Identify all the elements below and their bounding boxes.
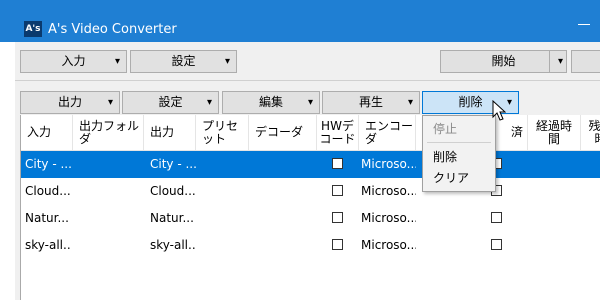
column-header-decoder[interactable]: デコーダ [249, 115, 317, 150]
column-header-encoder[interactable]: エンコーダ [359, 115, 416, 150]
menu-separator [427, 142, 491, 143]
row-encoder-cell: Microso... [361, 157, 416, 171]
row-output-cell: Cloud... [150, 184, 196, 198]
column-header-output-folder[interactable]: 出力フォルダ [73, 115, 144, 150]
minimize-icon[interactable] [578, 24, 590, 25]
row-encoder-cell: Microso... [361, 238, 416, 252]
column-header-hw-decode[interactable]: HWデコード [317, 115, 359, 150]
column-header-remaining-label: 残り時 [588, 118, 600, 145]
row-output-cell: City - ... [150, 157, 196, 171]
row-folder-cell [75, 151, 141, 178]
column-header-preset[interactable]: プリセット [196, 115, 249, 150]
table-row[interactable]: Cloud... Cloud... Microso... [21, 178, 600, 205]
settings-button-label: 設定 [171, 54, 196, 68]
column-header-remaining[interactable]: 残り時 [581, 115, 600, 150]
title-bar[interactable]: A's A's Video Converter [0, 0, 600, 42]
chevron-down-icon: ▾ [107, 97, 113, 108]
settings-button[interactable]: 設定 ▾ [130, 50, 237, 73]
column-header-preset-label: プリセット [202, 118, 239, 146]
chevron-down-icon: ▾ [307, 97, 313, 108]
play-button[interactable]: 再生 ▾ [322, 91, 420, 114]
window-title: A's Video Converter [48, 22, 177, 37]
row-folder-cell [75, 178, 141, 205]
table-row[interactable]: Natur... Natur... Microso... [21, 205, 600, 232]
chevron-down-icon: ▾ [206, 97, 212, 108]
list-header: 入力 出力フォルダ 出力 プリセット デコーダ HWデコード エンコーダ 済 経… [21, 115, 600, 151]
table-row[interactable]: sky-all... sky-all... Microso... [21, 232, 600, 259]
row-encoder-cell: Microso... [361, 184, 416, 198]
menu-item-stop[interactable]: 停止 [423, 119, 495, 139]
row-output-cell: sky-all... [150, 238, 196, 252]
mouse-cursor-icon [492, 100, 506, 121]
start-dropdown-button[interactable]: ▾ [549, 50, 567, 73]
start-button-label: 開始 [491, 54, 516, 68]
row-folder-cell [75, 232, 141, 259]
edit-button-label: 編集 [258, 95, 283, 109]
chevron-down-icon: ▾ [407, 97, 413, 108]
chevron-down-icon: ▾ [114, 56, 120, 67]
done-checkbox[interactable] [491, 212, 502, 223]
menu-item-clear[interactable]: クリア [423, 168, 495, 188]
job-list[interactable]: 入力 出力フォルダ 出力 プリセット デコーダ HWデコード エンコーダ 済 経… [20, 115, 600, 300]
row-input-cell: City - ... [25, 157, 71, 171]
row-input-cell: Cloud... [25, 184, 71, 198]
settings2-button-label: 設定 [158, 95, 183, 109]
delete-dropdown-menu: 停止 削除 クリア [422, 115, 496, 192]
toolbar-separator [15, 80, 600, 81]
table-row[interactable]: City - ... City - ... Microso... [21, 151, 600, 178]
delete-button-label: 削除 [458, 95, 483, 109]
chevron-down-icon: ▾ [557, 56, 563, 67]
column-header-elapsed-label: 経過時間 [535, 118, 572, 146]
input-button-label: 入力 [61, 54, 86, 68]
row-output-cell: Natur... [150, 211, 194, 225]
row-input-cell: sky-all... [25, 238, 71, 252]
chevron-down-icon: ▾ [506, 97, 512, 108]
chevron-down-icon: ▾ [224, 56, 230, 67]
extra-button[interactable] [571, 50, 600, 73]
output-button-label: 出力 [57, 95, 82, 109]
hw-decode-checkbox[interactable] [332, 212, 343, 223]
column-header-output[interactable]: 出力 [144, 115, 196, 150]
hw-decode-checkbox[interactable] [332, 239, 343, 250]
hw-decode-checkbox[interactable] [332, 158, 343, 169]
input-button[interactable]: 入力 ▾ [20, 50, 127, 73]
column-header-elapsed[interactable]: 経過時間 [528, 115, 581, 150]
menu-item-delete[interactable]: 削除 [423, 147, 495, 167]
hw-decode-checkbox[interactable] [332, 185, 343, 196]
start-button[interactable]: 開始 [440, 50, 567, 73]
output-button[interactable]: 出力 ▾ [20, 91, 120, 114]
play-button-label: 再生 [358, 95, 383, 109]
row-encoder-cell: Microso... [361, 211, 416, 225]
edit-button[interactable]: 編集 ▾ [222, 91, 320, 114]
settings2-button[interactable]: 設定 ▾ [122, 91, 219, 114]
done-checkbox[interactable] [491, 239, 502, 250]
app-logo-icon: A's [24, 21, 42, 37]
row-folder-cell [75, 205, 141, 232]
column-header-input[interactable]: 入力 [21, 115, 73, 150]
column-header-hw-decode-label: HWデコード [319, 118, 356, 146]
row-input-cell: Natur... [25, 211, 69, 225]
